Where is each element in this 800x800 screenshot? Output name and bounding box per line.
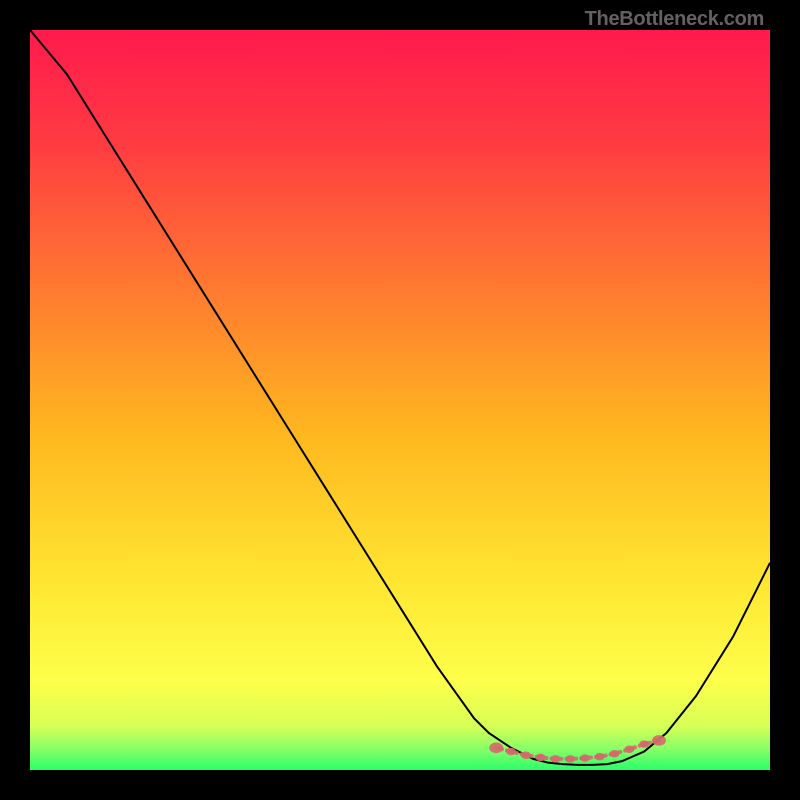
gradient-background <box>30 30 770 770</box>
optimal-dash <box>570 758 585 759</box>
watermark-text: TheBottleneck.com <box>585 8 764 31</box>
optimal-dash <box>526 755 541 757</box>
optimal-dash <box>541 757 556 758</box>
chart-svg <box>30 30 770 770</box>
optimal-dash <box>585 757 600 758</box>
chart-container: TheBottleneck.com <box>0 0 800 800</box>
plot-area <box>30 30 770 770</box>
